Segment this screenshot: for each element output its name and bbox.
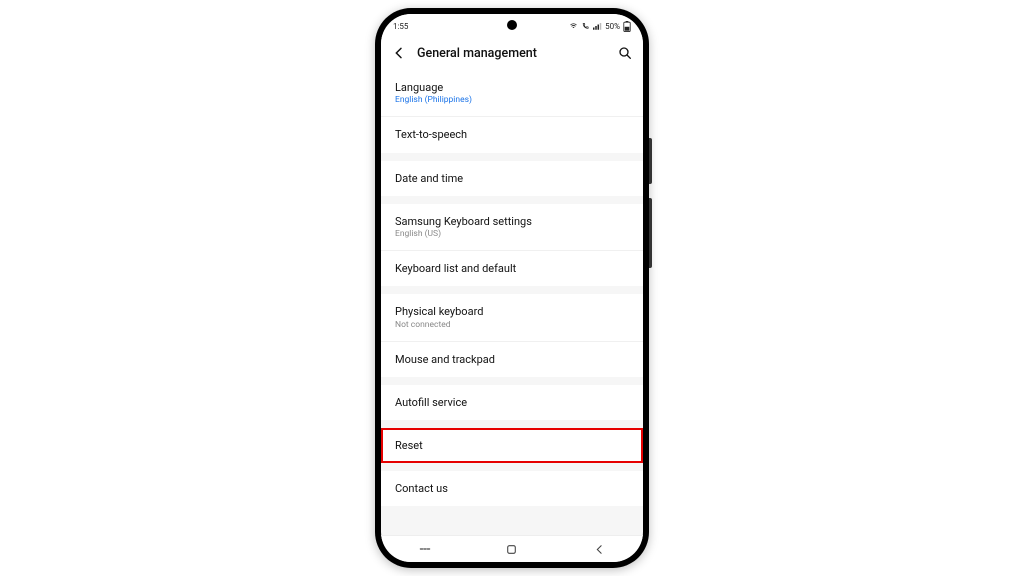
battery-text: 50% — [605, 22, 620, 31]
row-samsung-keyboard[interactable]: Samsung Keyboard settingsEnglish (US) — [381, 204, 643, 250]
row-language[interactable]: LanguageEnglish (Philippines) — [381, 70, 643, 116]
settings-group: Physical keyboard Not connected Mouse and … — [381, 294, 643, 377]
row-reset[interactable]: Reset — [381, 428, 643, 463]
row-mouse-trackpad[interactable]: Mouse and trackpad — [381, 341, 643, 377]
row-label: Text-to-speech — [395, 128, 629, 141]
vowifi-icon — [581, 22, 590, 30]
stage: 1:55 50% General management Langu — [0, 0, 1024, 576]
row-text-to-speech[interactable]: Text-to-speech — [381, 116, 643, 152]
settings-group: Reset — [381, 428, 643, 463]
row-label: Date and time — [395, 172, 629, 185]
row-label: Language — [395, 81, 629, 94]
row-subtext: English (US) — [395, 229, 629, 239]
nav-bar — [381, 535, 643, 562]
row-label: Keyboard list and default — [395, 262, 629, 275]
settings-group: Contact us — [381, 471, 643, 506]
settings-group: Samsung Keyboard settingsEnglish (US) Key… — [381, 204, 643, 287]
row-keyboard-list[interactable]: Keyboard list and default — [381, 250, 643, 286]
row-subtext: Not connected — [395, 320, 629, 330]
settings-group: LanguageEnglish (Philippines) Text-to-spe… — [381, 70, 643, 153]
row-contact-us[interactable]: Contact us — [381, 471, 643, 506]
row-label: Contact us — [395, 482, 629, 495]
settings-group: Autofill service — [381, 385, 643, 420]
row-label: Samsung Keyboard settings — [395, 215, 629, 228]
back-button[interactable] — [391, 45, 407, 61]
nav-back[interactable] — [592, 542, 606, 556]
settings-group: Date and time — [381, 161, 643, 196]
signal-icon — [593, 22, 602, 30]
status-time: 1:55 — [393, 22, 408, 31]
camera-notch — [507, 20, 517, 30]
header: General management — [381, 36, 643, 70]
battery-icon — [623, 21, 631, 32]
screen: 1:55 50% General management Langu — [381, 14, 643, 562]
row-physical-keyboard[interactable]: Physical keyboard Not connected — [381, 294, 643, 340]
row-label: Autofill service — [395, 396, 629, 409]
page-title: General management — [417, 46, 607, 61]
nav-home[interactable] — [505, 542, 519, 556]
content: LanguageEnglish (Philippines) Text-to-spe… — [381, 70, 643, 535]
status-right: 50% — [569, 21, 631, 32]
row-autofill[interactable]: Autofill service — [381, 385, 643, 420]
search-button[interactable] — [617, 45, 633, 61]
row-label: Mouse and trackpad — [395, 353, 629, 366]
row-label: Physical keyboard — [395, 305, 629, 318]
wifi-icon — [569, 22, 578, 30]
phone-frame: 1:55 50% General management Langu — [375, 8, 649, 568]
row-label: Reset — [395, 439, 629, 452]
row-date-and-time[interactable]: Date and time — [381, 161, 643, 196]
row-subtext: English (Philippines) — [395, 95, 629, 105]
nav-recents[interactable] — [418, 542, 432, 556]
